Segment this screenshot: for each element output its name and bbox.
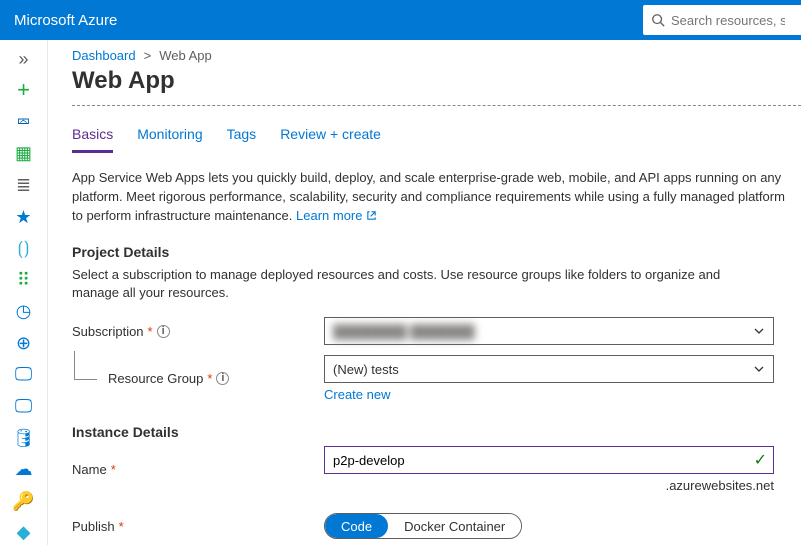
publish-row: Publish * CodeDocker Container (72, 513, 801, 539)
home-icon[interactable]: ⮹ (0, 109, 48, 135)
sql-icon[interactable]: 🛢 (0, 425, 48, 451)
subscription-value: ████████ ███████ (333, 324, 475, 339)
tab-tags[interactable]: Tags (227, 126, 257, 153)
name-input-wrapper: ✓ (324, 446, 774, 474)
apps-grid-icon[interactable]: ⠿ (0, 267, 48, 293)
description-text: App Service Web Apps lets you quickly bu… (72, 170, 785, 223)
breadcrumb: Dashboard > Web App (72, 48, 801, 63)
chevron-down-icon (753, 363, 765, 375)
publish-segmented: CodeDocker Container (324, 513, 522, 539)
cloud-icon[interactable]: ☁ (0, 456, 48, 482)
search-icon (651, 13, 665, 27)
name-row: Name * ✓ .azurewebsites.net (72, 446, 801, 493)
favorite-icon[interactable]: ★ (0, 204, 48, 230)
plus-icon[interactable]: + (0, 78, 48, 104)
main-content: Dashboard > Web App Web App Basics Monito… (48, 40, 801, 545)
breadcrumb-root[interactable]: Dashboard (72, 48, 136, 63)
required-marker: * (148, 324, 153, 339)
name-domain-suffix: .azurewebsites.net (324, 478, 774, 493)
resource-group-dropdown[interactable]: (New) tests (324, 355, 774, 383)
left-sidebar: » + ⮹ ▦ ≣ ★ ⟮⟯ ⠿ ◷ ⊕ 🖵 🖵 🛢 ☁ 🔑 ◆ (0, 40, 48, 545)
external-link-icon (366, 210, 377, 221)
tab-monitoring[interactable]: Monitoring (137, 126, 202, 153)
info-icon[interactable]: i (216, 372, 229, 385)
dashboard-icon[interactable]: ▦ (0, 141, 48, 167)
diamond-icon[interactable]: ◆ (0, 519, 48, 545)
topbar: Microsoft Azure (0, 0, 801, 40)
subscription-dropdown[interactable]: ████████ ███████ (324, 317, 774, 345)
project-details-desc: Select a subscription to manage deployed… (72, 266, 752, 304)
publish-label: Publish (72, 519, 115, 534)
name-label: Name (72, 462, 107, 477)
subscription-label: Subscription (72, 324, 144, 339)
page-description: App Service Web Apps lets you quickly bu… (72, 169, 792, 226)
required-marker: * (207, 371, 212, 386)
resources-icon[interactable]: ⟮⟯ (0, 235, 48, 261)
learn-more-link[interactable]: Learn more (296, 208, 376, 223)
brand-label: Microsoft Azure (14, 12, 117, 29)
page-title: Web App (72, 67, 801, 95)
tabs: Basics Monitoring Tags Review + create (72, 126, 801, 153)
check-icon: ✓ (754, 450, 767, 470)
required-marker: * (111, 462, 116, 477)
breadcrumb-current: Web App (159, 48, 212, 63)
resource-group-row: Resource Group * i (New) tests Create ne… (72, 355, 801, 402)
key-icon[interactable]: 🔑 (0, 488, 48, 514)
name-input[interactable] (333, 453, 754, 468)
page-divider (72, 105, 801, 106)
global-search[interactable] (643, 5, 801, 35)
search-input[interactable] (665, 13, 785, 28)
list-icon[interactable]: ≣ (0, 172, 48, 198)
required-marker: * (119, 519, 124, 534)
clock-icon[interactable]: ◷ (0, 299, 48, 325)
info-icon[interactable]: i (157, 325, 170, 338)
resource-group-value: (New) tests (333, 362, 399, 377)
create-new-link[interactable]: Create new (324, 387, 774, 402)
subscription-row: Subscription * i ████████ ███████ (72, 317, 801, 345)
monitor-icon[interactable]: 🖵 (0, 362, 48, 388)
tab-basics[interactable]: Basics (72, 126, 113, 153)
project-details-heading: Project Details (72, 244, 801, 260)
publish-option-docker-container[interactable]: Docker Container (388, 514, 521, 538)
tab-review-create[interactable]: Review + create (280, 126, 381, 153)
vm-icon[interactable]: 🖵 (0, 393, 48, 419)
chevron-down-icon (753, 325, 765, 337)
resource-group-label: Resource Group (108, 371, 203, 386)
chevron-expand-icon[interactable]: » (0, 46, 48, 72)
instance-details-heading: Instance Details (72, 424, 801, 440)
breadcrumb-sep: > (144, 48, 152, 63)
publish-option-code[interactable]: Code (325, 514, 388, 538)
globe-icon[interactable]: ⊕ (0, 330, 48, 356)
